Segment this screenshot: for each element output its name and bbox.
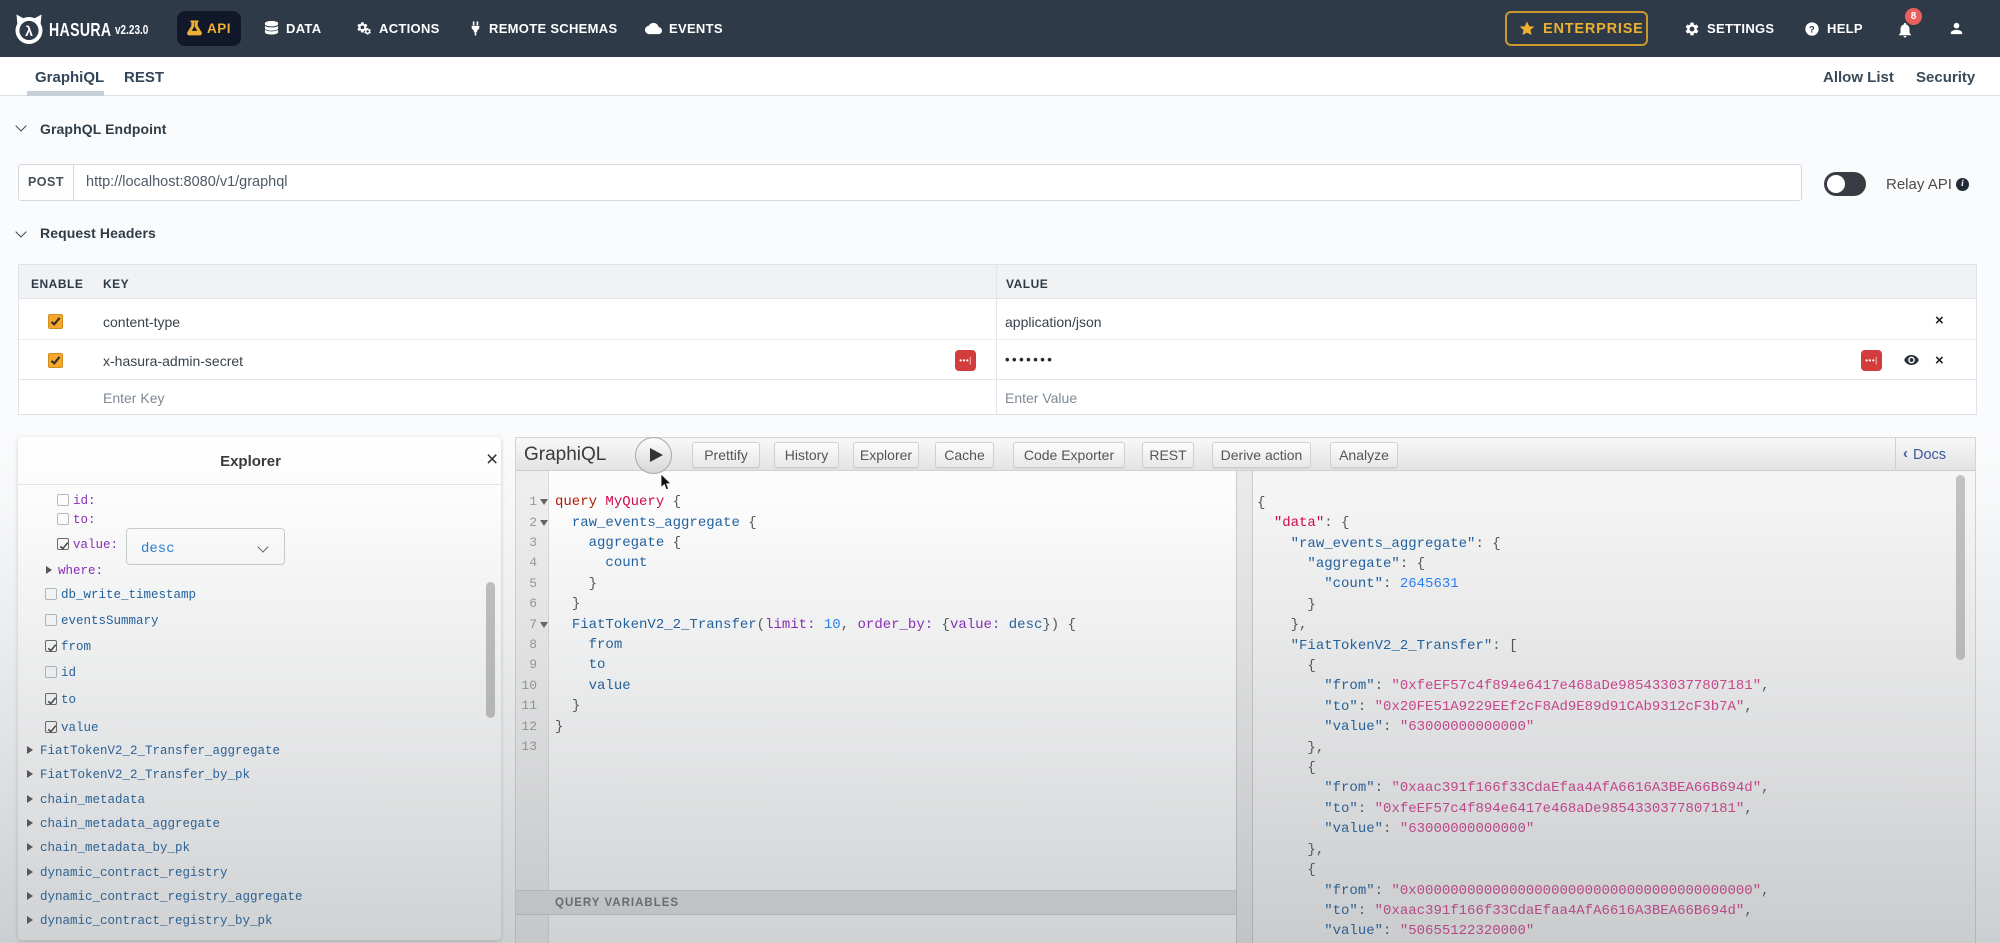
svg-text:λ: λ xyxy=(25,23,33,39)
svg-text:?: ? xyxy=(1809,24,1815,34)
